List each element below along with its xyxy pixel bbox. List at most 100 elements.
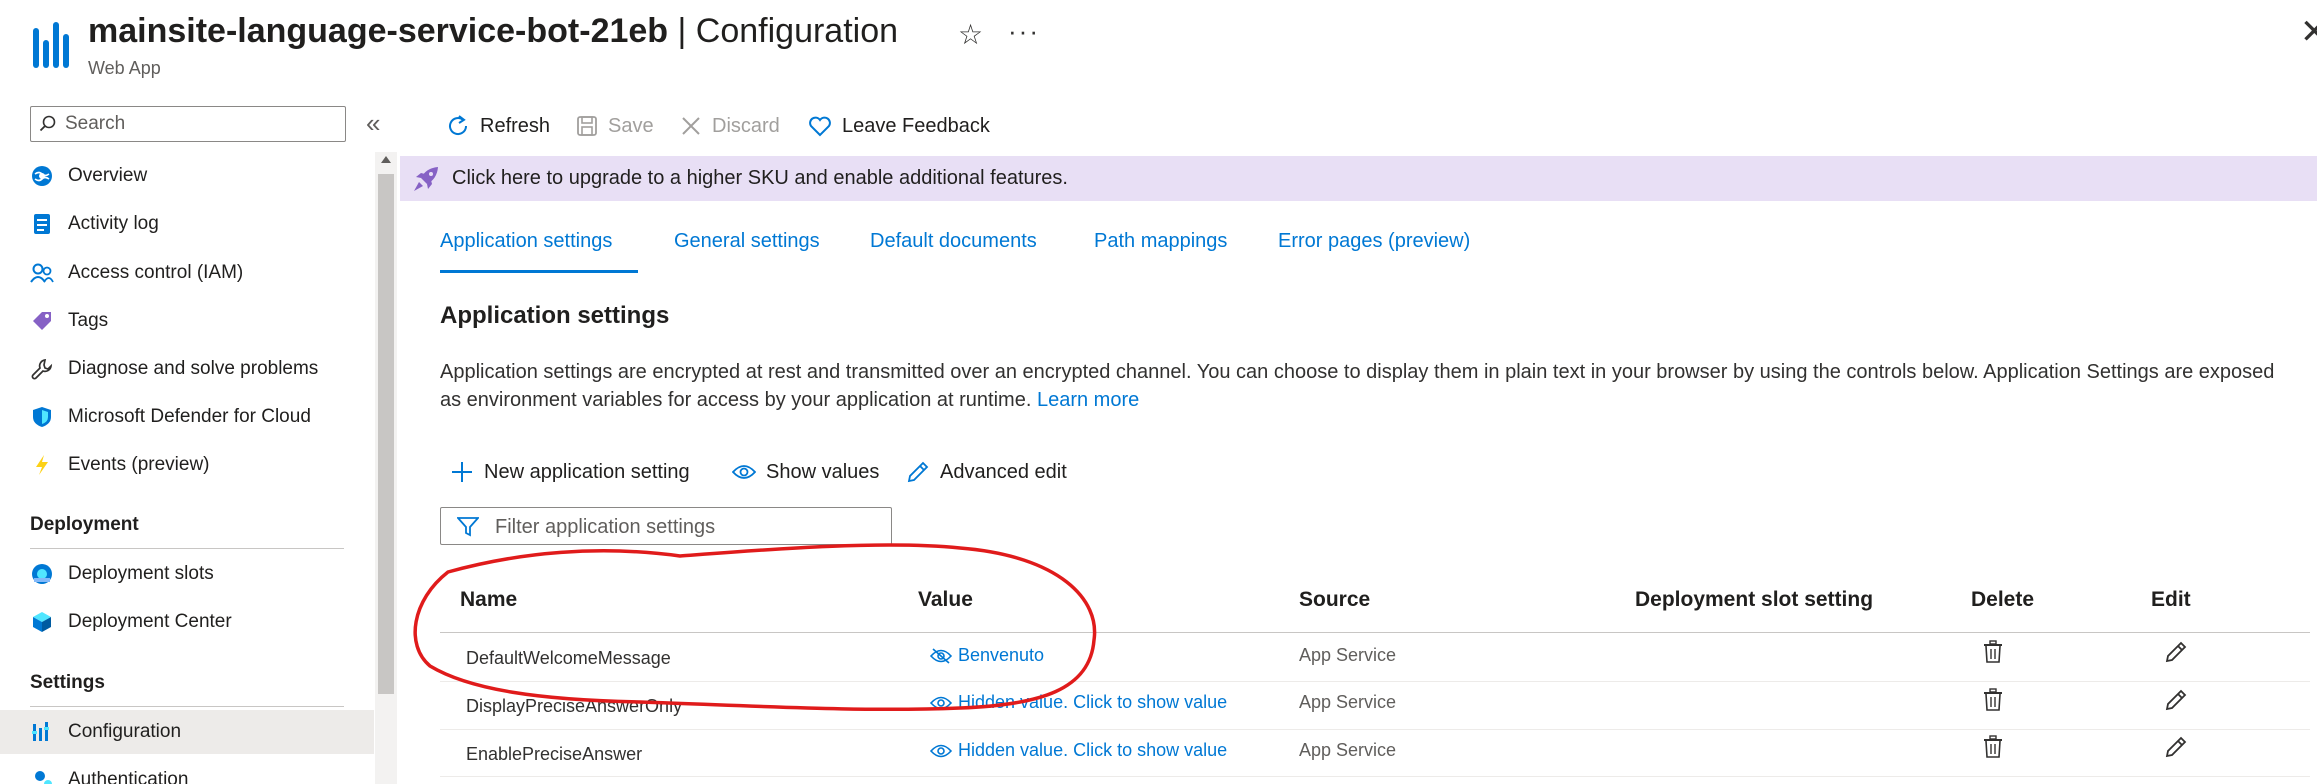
scrollbar-thumb[interactable] [378,174,394,694]
sidebar-divider [30,548,344,549]
row-divider [440,729,2310,730]
setting-name[interactable]: EnablePreciseAnswer [466,744,642,765]
edit-pencil-icon[interactable] [2164,735,2188,764]
star-icon[interactable]: ☆ [958,18,983,51]
trash-icon[interactable] [1983,640,2003,669]
slots-icon [30,562,54,586]
sidebar-item-label: Access control (IAM) [68,262,244,283]
tab-default-documents[interactable]: Default documents [870,230,1037,253]
setting-value-text: Benvenuto [958,645,1045,665]
plus-icon [452,462,472,482]
pencil-icon [907,461,929,483]
eye-icon [732,465,756,479]
setting-source: App Service [1299,692,1397,712]
upgrade-banner[interactable]: Click here to upgrade to a higher SKU an… [400,156,2317,201]
sidebar-item-events[interactable]: Events (preview) [30,443,346,487]
column-header-edit: Edit [2151,588,2191,611]
filter-settings-box[interactable] [440,507,892,545]
filter-input[interactable] [495,515,875,539]
sidebar-item-label: Authentication [68,769,189,784]
advanced-edit-label: Advanced edit [940,460,1067,483]
sidebar-item-configuration[interactable]: Configuration [0,710,374,754]
shield-icon [30,405,54,429]
sidebar-item-overview[interactable]: Overview [30,154,346,198]
tab-application-settings[interactable]: Application settings [440,230,612,253]
page-title: mainsite-language-service-bot-21eb | Con… [88,12,898,51]
resource-type: Web App [88,58,161,78]
rocket-icon [414,166,438,191]
setting-value-text: Hidden value. Click to show value [958,740,1228,760]
filter-icon [457,517,479,537]
sidebar-section-deployment: Deployment [30,514,139,535]
sidebar-search[interactable] [30,106,346,142]
sidebar-item-label: Deployment Center [68,611,232,632]
search-input[interactable] [65,112,335,136]
trash-icon[interactable] [1983,688,2003,717]
new-application-setting-button[interactable]: New application setting [450,456,690,488]
resource-name: mainsite-language-service-bot-21eb [88,12,669,50]
sidebar-item-access-control[interactable]: Access control (IAM) [30,251,346,295]
page-name: Configuration [695,12,899,50]
sidebar-item-label: Diagnose and solve problems [68,358,319,379]
sidebar-item-activity-log[interactable]: Activity log [30,202,346,246]
close-icon[interactable]: ✕ [2300,12,2317,52]
setting-value[interactable]: Hidden value. Click to show value [930,740,1227,761]
sidebar-item-tags[interactable]: Tags [30,299,346,343]
web-app-logo-icon [33,22,69,68]
show-values-button[interactable]: Show values [732,456,879,488]
people-icon [30,261,54,285]
banner-text: Click here to upgrade to a higher SKU an… [452,167,1068,189]
leave-feedback-button[interactable]: Leave Feedback [808,108,990,144]
tab-error-pages[interactable]: Error pages (preview) [1278,230,1470,253]
section-title: Application settings [440,302,670,329]
heart-icon [809,116,831,137]
section-description: Application settings are encrypted at re… [440,358,2290,414]
edit-pencil-icon[interactable] [2164,688,2188,717]
wrench-icon [30,357,54,381]
config-icon [30,720,54,744]
sidebar-scrollbar[interactable] [375,152,397,784]
lightning-icon [30,453,54,477]
column-header-value[interactable]: Value [918,588,973,612]
sidebar-item-diagnose[interactable]: Diagnose and solve problems [30,347,346,391]
sidebar-item-defender[interactable]: Microsoft Defender for Cloud [30,395,346,439]
title-separator: | [668,12,696,50]
sidebar-divider [30,706,344,707]
scroll-up-icon[interactable] [381,156,391,163]
sidebar-item-label: Deployment slots [68,563,214,584]
column-header-source[interactable]: Source [1299,588,1370,612]
setting-source: App Service [1299,645,1397,665]
tab-path-mappings[interactable]: Path mappings [1094,230,1227,253]
collapse-sidebar-icon[interactable]: « [366,108,380,139]
column-header-slot-setting[interactable]: Deployment slot setting [1635,588,1873,612]
setting-name[interactable]: DisplayPreciseAnswerOnly [466,696,682,717]
sidebar-item-label: Activity log [68,213,159,234]
setting-value[interactable]: Hidden value. Click to show value [930,692,1227,713]
eye-hidden-icon [930,647,952,664]
trash-icon[interactable] [1983,735,2003,764]
log-icon [30,212,54,236]
refresh-button[interactable]: Refresh [446,108,550,144]
refresh-icon [449,115,468,135]
sidebar-item-deployment-center[interactable]: Deployment Center [30,600,346,644]
tab-general-settings[interactable]: General settings [674,230,820,253]
edit-pencil-icon[interactable] [2164,640,2188,669]
discard-label: Discard [712,114,780,137]
eye-icon [930,744,952,757]
setting-name[interactable]: DefaultWelcomeMessage [466,648,671,669]
more-icon[interactable]: ··· [1008,16,1040,47]
sidebar-item-deployment-slots[interactable]: Deployment slots [30,552,346,596]
sidebar-item-authentication[interactable]: Authentication [30,758,346,784]
setting-value[interactable]: Benvenuto [930,645,1044,666]
sidebar-section-settings: Settings [30,672,105,693]
column-header-name[interactable]: Name [460,588,517,612]
search-icon [39,115,56,132]
new-setting-label: New application setting [484,460,690,483]
discard-button[interactable]: Discard [680,108,780,144]
save-button[interactable]: Save [576,108,654,144]
column-header-delete: Delete [1971,588,2035,611]
tag-icon [30,309,54,333]
sidebar-item-label: Events (preview) [68,454,210,475]
advanced-edit-button[interactable]: Advanced edit [906,456,1067,488]
learn-more-link[interactable]: Learn more [1037,389,1139,411]
